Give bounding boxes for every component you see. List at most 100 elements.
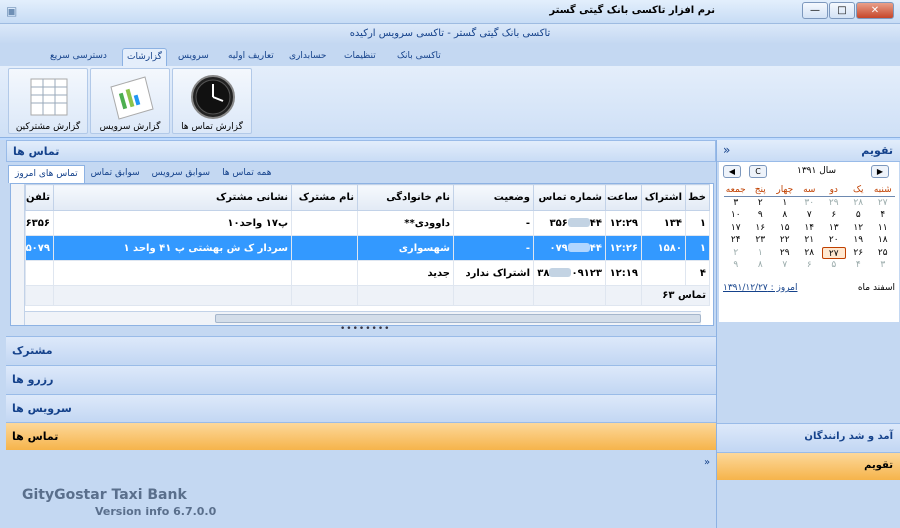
calendar-day[interactable]: ۱۱ <box>871 222 896 235</box>
calendar-day[interactable]: ۸ <box>773 209 798 222</box>
calendar-day[interactable]: ۱۲ <box>846 222 871 235</box>
calendar-day[interactable]: ۲۹ <box>773 247 798 260</box>
subtab-today-calls[interactable]: تماس های امروز <box>8 165 85 183</box>
calendar-day[interactable]: ۲۴ <box>724 234 749 247</box>
calendar-day[interactable]: ۱۵ <box>773 222 798 235</box>
calendar-day[interactable]: ۱۶ <box>748 222 773 235</box>
calendar-day[interactable]: ۲ <box>724 247 749 260</box>
calendar-day[interactable]: ۲۹ <box>822 197 847 210</box>
col-time[interactable]: ساعت <box>605 184 642 211</box>
maximize-button[interactable]: □ <box>829 2 855 19</box>
calls-report-button[interactable]: گزارش تماس ها <box>172 68 252 134</box>
tab-reports[interactable]: گزارشات <box>122 48 167 66</box>
calendar-day[interactable]: ۱ <box>773 197 798 210</box>
side-panel: » تقویم ◀ C سال ۱۳۹۱ ▶ شنبه یک دو سه چها… <box>716 140 900 528</box>
calendar-day[interactable]: ۷ <box>773 259 798 272</box>
calendar-day[interactable]: ۲۵ <box>871 247 896 260</box>
calendar-day[interactable]: ۱۸ <box>871 234 896 247</box>
expand-chevron-icon[interactable]: » <box>723 143 730 157</box>
calendar-day[interactable]: ۲۸ <box>846 197 871 210</box>
calendar-day[interactable]: ۹ <box>724 259 749 272</box>
service-report-button[interactable]: گزارش سرویس <box>90 68 170 134</box>
calendar-day[interactable]: ۲۷ <box>871 197 896 210</box>
col-line[interactable]: خط <box>685 184 710 211</box>
col-status[interactable]: وضعیت <box>453 184 534 211</box>
calendar-day[interactable]: ۱۴ <box>797 222 822 235</box>
calendar-day[interactable]: ۲۷ <box>821 246 846 259</box>
cell-subscriber-name <box>291 210 358 236</box>
calendar-day[interactable]: ۹ <box>748 209 773 222</box>
calendar-day[interactable]: ۴ <box>846 259 871 272</box>
calendar-day[interactable]: ۱ <box>748 247 773 260</box>
calls-grid: خط اشتراک ساعت شماره تماس وضعیت نام خانو… <box>10 183 714 326</box>
table-row-selected[interactable]: ۱ ۱۵۸۰ ۱۲:۲۶ ۴۴ ۰۷۹ - شهسواری سردار ک ش ب… <box>25 235 710 261</box>
cell-time: ۱۲:۲۹ <box>605 210 642 236</box>
subscribers-report-button[interactable]: گزارش مشترکین <box>8 68 88 134</box>
subtab-service-history[interactable]: سوابق سرویس <box>146 165 216 183</box>
calendar-day[interactable]: ۳۰ <box>797 197 822 210</box>
tab-taxi-bank[interactable]: تاکسی بانک <box>393 48 445 66</box>
weekday-label: پنج <box>748 184 773 197</box>
col-phone[interactable]: تلفن <box>25 184 54 211</box>
calendar-day[interactable]: ۱۰ <box>724 209 749 222</box>
subtab-call-history[interactable]: سوابق تماس <box>85 165 146 183</box>
tab-service[interactable]: سرویس <box>174 48 213 66</box>
subtab-all-calls[interactable]: همه تماس ها <box>216 165 277 183</box>
col-caller-number[interactable]: شماره تماس <box>533 184 606 211</box>
app-icon[interactable]: ▣ <box>6 4 17 18</box>
col-subscription[interactable]: اشتراک <box>641 184 686 211</box>
tab-settings[interactable]: تنظیمات <box>340 48 380 66</box>
calendar-day[interactable]: ۱۳ <box>822 222 847 235</box>
col-subscriber-address[interactable]: نشانی مشترک <box>53 184 292 211</box>
collapse-chevron-icon[interactable]: » <box>704 457 710 468</box>
close-button[interactable]: ✕ <box>856 2 894 19</box>
calendar-day[interactable]: ۲۸ <box>797 247 822 260</box>
calendar-day[interactable]: ۴ <box>871 209 896 222</box>
calendar-day[interactable]: ۲۱ <box>797 234 822 247</box>
calendar-day[interactable]: ۲۶ <box>846 247 871 260</box>
vertical-scrollbar[interactable] <box>11 184 25 325</box>
calendar-day[interactable]: ۶ <box>822 209 847 222</box>
minimize-button[interactable]: — <box>802 2 828 19</box>
calendar-day[interactable]: ۸ <box>748 259 773 272</box>
horizontal-scrollbar[interactable] <box>25 311 701 325</box>
number-suffix: ۰۷۹ <box>549 242 568 254</box>
weekday-label: دو <box>821 184 846 197</box>
cell-family-name: جدید <box>357 260 454 286</box>
prev-month-icon[interactable]: ◀ <box>723 165 741 178</box>
tab-accounting[interactable]: حسابداری <box>285 48 330 66</box>
calendar-day[interactable]: ۶ <box>797 259 822 272</box>
calendar-day[interactable]: ۳ <box>724 197 749 210</box>
col-family-name[interactable]: نام خانوادگی <box>357 184 454 211</box>
calendar-day[interactable]: ۲۰ <box>822 234 847 247</box>
calendar-center-button[interactable]: C <box>749 165 767 178</box>
calendar-day[interactable]: ۳ <box>871 259 896 272</box>
horizontal-scroll-thumb[interactable] <box>215 314 701 323</box>
nav-calls[interactable]: تماس ها <box>6 422 716 450</box>
table-footer-row: تماس ۶۳ <box>25 285 710 306</box>
next-month-icon[interactable]: ▶ <box>871 165 889 178</box>
calendar-day[interactable]: ۱۹ <box>846 234 871 247</box>
calendar-day[interactable]: ۲ <box>748 197 773 210</box>
calendar-day[interactable]: ۱۷ <box>724 222 749 235</box>
table-row[interactable]: ۱ ۱۳۴ ۱۲:۲۹ ۴۴۳۵۶ - داوودی** پ۱۷ واحد۱۰ … <box>25 210 710 236</box>
calendar-day[interactable]: ۲۲ <box>773 234 798 247</box>
nav-reservations[interactable]: رزرو ها <box>6 365 716 393</box>
calendar-day[interactable]: ۵ <box>846 209 871 222</box>
today-link[interactable]: امروز : ۱۳۹۱/۱۲/۲۷ <box>723 283 797 293</box>
col-subscriber-name[interactable]: نام مشترک <box>291 184 358 211</box>
table-row[interactable]: ۴ ۱۲:۱۹ ۰۹۱۲۳ ۳۸ اشتراک ندارد جدید <box>25 260 710 286</box>
tab-definitions[interactable]: تعاریف اولیه <box>224 48 278 66</box>
panel-splitter[interactable]: •••••••• <box>340 325 389 334</box>
ribbon-tabs: تاکسی بانک تنظیمات حسابداری تعاریف اولیه… <box>0 44 900 66</box>
side-nav-drivers[interactable]: آمد و شد رانندگان <box>717 423 900 451</box>
calendar-day[interactable]: ۷ <box>797 209 822 222</box>
side-nav-calendar[interactable]: تقویم <box>717 452 900 480</box>
cell-caller-number: ۰۹۱۲۳ ۳۸ <box>533 260 606 286</box>
calendar-year: سال ۱۳۹۱ <box>797 166 837 176</box>
calendar-day[interactable]: ۵ <box>822 259 847 272</box>
tab-quick-access[interactable]: دسترسی سریع <box>46 48 111 66</box>
calendar-day[interactable]: ۲۳ <box>748 234 773 247</box>
nav-services[interactable]: سرویس ها <box>6 394 716 422</box>
nav-subscriber[interactable]: مشترک <box>6 336 716 364</box>
